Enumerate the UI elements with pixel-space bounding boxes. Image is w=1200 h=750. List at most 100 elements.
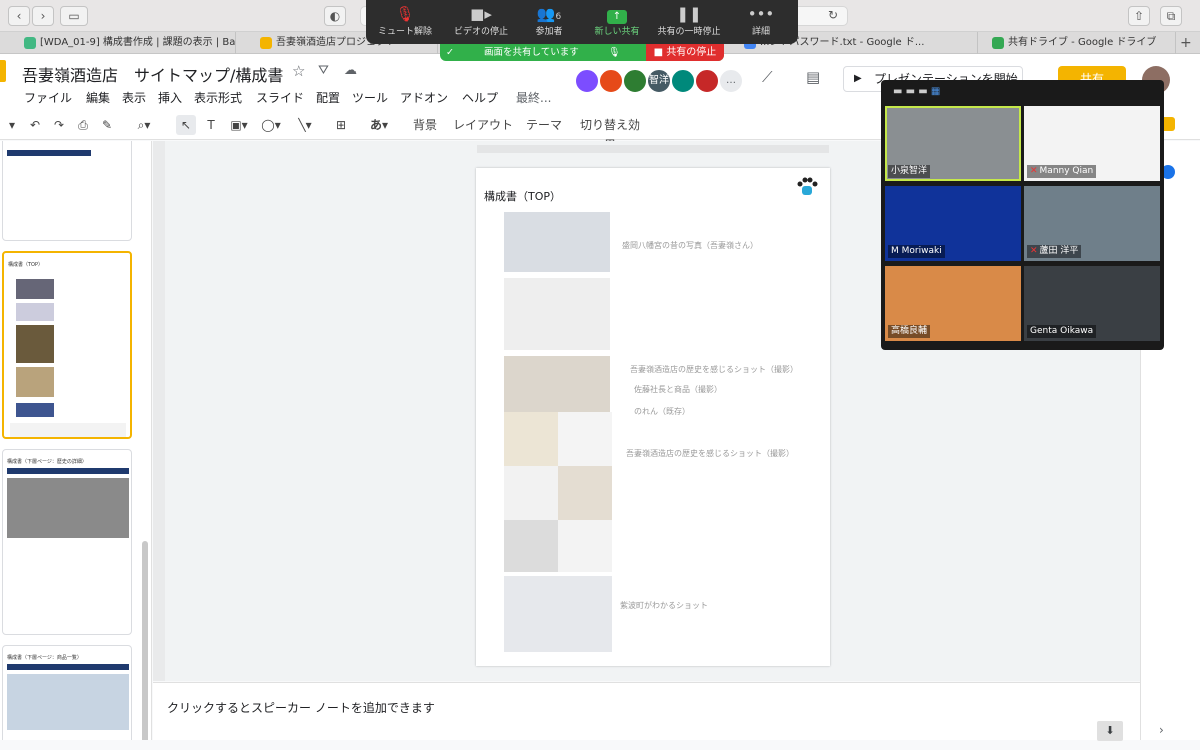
participant-name-text: 高橋良輔 — [891, 326, 928, 336]
move-to-folder-icon[interactable]: ⛛ — [318, 63, 329, 78]
zoom-icon[interactable]: ⌕▾ — [132, 115, 156, 135]
slides-logo-icon[interactable] — [0, 60, 6, 82]
tab-overview-icon[interactable]: ⧉ — [1160, 6, 1182, 26]
more-button[interactable]: ••• 詳細 — [724, 4, 798, 37]
current-slide[interactable]: 構成書（TOP） 盛岡八幡宮の昔の写真（吾妻嶺さん） 吾妻嶺酒造店の歴史を感じる… — [476, 168, 830, 666]
slide-caption[interactable]: 紫波町がわかるショット — [620, 600, 708, 611]
text-box-icon[interactable]: T — [202, 115, 220, 135]
collaborator-avatar[interactable] — [574, 68, 600, 94]
comment-add-icon[interactable]: ⊞ — [332, 115, 350, 135]
slide-thumbnail[interactable]: 構成書（下層ページ：歴史の詳細） — [2, 449, 132, 635]
participant-video-tile[interactable]: 高橋良輔 — [885, 266, 1021, 341]
participant-video-tile[interactable]: M Moriwaki — [885, 186, 1021, 261]
select-cursor-icon[interactable]: ↖ — [176, 115, 196, 135]
menu-arrange[interactable]: 配置 — [316, 89, 340, 106]
slide-image[interactable] — [558, 520, 612, 572]
expand-panel-icon[interactable]: › — [1159, 723, 1164, 737]
vertical-ruler — [153, 141, 165, 681]
slide-caption[interactable]: 吾妻嶺酒造店の歴史を感じるショット（撮影） — [626, 448, 794, 459]
slide-image[interactable] — [558, 412, 612, 466]
theme-button[interactable]: テーマ — [526, 115, 562, 135]
layout-button[interactable]: レイアウト▾ — [450, 115, 516, 152]
reload-icon[interactable]: ↻ — [822, 6, 844, 26]
stop-share-button[interactable]: ■ 共有の停止 — [646, 44, 724, 61]
unmute-button[interactable]: 🎙 ミュート解除 — [368, 4, 442, 37]
participant-video-tile[interactable]: Genta Oikawa — [1024, 266, 1160, 341]
share-sheet-icon[interactable]: ⇧ — [1128, 6, 1150, 26]
slide-thumbnail[interactable] — [2, 141, 132, 241]
slide-caption[interactable]: 佐藤社長と商品（撮影） — [634, 384, 722, 395]
thumb-avatars — [10, 423, 126, 437]
new-tab-icon[interactable]: + — [1180, 32, 1192, 54]
menu-help[interactable]: ヘルプ — [462, 89, 498, 106]
participant-video-tile[interactable]: ✕ Manny Qian — [1024, 106, 1160, 181]
collaborator-avatar[interactable] — [694, 68, 720, 94]
more-collaborators-icon[interactable]: … — [718, 68, 744, 94]
comments-icon[interactable]: ▤ — [806, 68, 820, 86]
slide-image[interactable] — [504, 520, 558, 572]
pause-share-button[interactable]: ❚❚ 共有の一時停止 — [652, 4, 726, 37]
shape-icon[interactable]: ◯▾ — [258, 115, 284, 135]
paw-logo-icon — [794, 176, 820, 200]
slide-image[interactable] — [504, 466, 558, 520]
forward-button[interactable]: › — [32, 6, 54, 26]
notes-placeholder: クリックするとスピーカー ノートを追加できます — [167, 701, 435, 715]
slide-image[interactable] — [504, 356, 610, 412]
document-title[interactable]: 吾妻嶺酒造店 サイトマップ/構成書 — [22, 62, 283, 86]
slide-image[interactable] — [504, 212, 610, 272]
new-slide-dropdown-icon[interactable]: ▾ — [4, 115, 20, 135]
new-share-button[interactable]: ↑ 新しい共有 — [580, 4, 654, 37]
participant-video-tile[interactable]: ✕ 蘆田 洋平 — [1024, 186, 1160, 261]
slide-image[interactable] — [504, 576, 612, 652]
menu-edit[interactable]: 編集 — [86, 89, 110, 106]
filmstrip-scrollbar[interactable] — [142, 541, 148, 740]
image-icon[interactable]: ▣▾ — [226, 115, 252, 135]
collaborator-avatar[interactable] — [622, 68, 648, 94]
slide-image[interactable] — [504, 412, 558, 466]
transition-button[interactable]: 切り替え効果 — [576, 115, 644, 152]
slide-caption[interactable]: 吾妻嶺酒造店の歴史を感じるショット（撮影） — [630, 364, 798, 375]
participant-video-tile[interactable]: 小泉智洋 — [885, 106, 1021, 181]
stop-video-button[interactable]: ■▸ ビデオの停止 — [444, 4, 518, 37]
gallery-view-icon[interactable]: ▦ — [931, 86, 940, 97]
last-edit-link[interactable]: 最終... — [516, 89, 551, 106]
slide-image[interactable] — [504, 278, 610, 350]
menu-slide[interactable]: スライド — [256, 89, 304, 106]
menu-insert[interactable]: 挿入 — [158, 89, 182, 106]
slide-caption[interactable]: 盛岡八幡宮の昔の写真（吾妻嶺さん） — [622, 240, 758, 251]
undo-icon[interactable]: ↶ — [26, 115, 44, 135]
line-icon[interactable]: ╲▾ — [290, 115, 320, 135]
participant-name-text: 小泉智洋 — [891, 166, 928, 176]
slide-thumbnail[interactable]: 構成書（下層ページ：商品一覧） — [2, 645, 132, 740]
participants-button[interactable]: 👥6 参加者 — [512, 4, 586, 37]
menu-format[interactable]: 表示形式 — [194, 89, 242, 106]
thumb-title: 構成書（下層ページ：歴史の詳細） — [7, 459, 87, 465]
collaborator-avatar[interactable]: 智洋 — [646, 68, 672, 94]
privacy-shield-icon[interactable]: ◐ — [324, 6, 346, 26]
background-button[interactable]: 背景 — [408, 115, 442, 135]
back-button[interactable]: ‹ — [8, 6, 30, 26]
paint-format-icon[interactable]: ✎ — [98, 115, 116, 135]
print-icon[interactable]: ⎙ — [74, 115, 92, 135]
menu-tools[interactable]: ツール — [352, 89, 388, 106]
slide-title[interactable]: 構成書（TOP） — [484, 188, 561, 204]
browser-tab[interactable]: 共有ドライブ - Google ドライブ — [986, 32, 1176, 54]
collaborator-avatar[interactable] — [598, 68, 624, 94]
menu-view[interactable]: 表示 — [122, 89, 146, 106]
gallery-size-controls[interactable]: ▬ ▬ ▬ ▦ — [893, 86, 940, 97]
redo-icon[interactable]: ↷ — [50, 115, 68, 135]
slide-image[interactable] — [558, 466, 612, 520]
star-icon[interactable]: ☆ — [292, 62, 305, 80]
slide-caption[interactable]: のれん（既存） — [634, 406, 690, 417]
activity-dashboard-icon[interactable]: ⟋ — [762, 68, 773, 86]
menu-file[interactable]: ファイル — [24, 89, 72, 106]
slides-favicon-icon — [260, 37, 272, 49]
collaborator-avatar[interactable] — [670, 68, 696, 94]
slide-thumbnail-selected[interactable]: 構成書（TOP） — [2, 251, 132, 439]
browser-tab[interactable]: [WDA_01-9] 構成書作成 | 課題の表示 | Backl... — [18, 32, 236, 54]
menu-addons[interactable]: アドオン — [400, 89, 448, 106]
explore-icon[interactable]: ⬇ — [1097, 721, 1123, 741]
input-mode-selector[interactable]: あ▾ — [364, 115, 394, 135]
speaker-notes[interactable]: クリックするとスピーカー ノートを追加できます ⬇ — [153, 682, 1140, 741]
sidebar-toggle-icon[interactable]: ▭ — [60, 6, 88, 26]
